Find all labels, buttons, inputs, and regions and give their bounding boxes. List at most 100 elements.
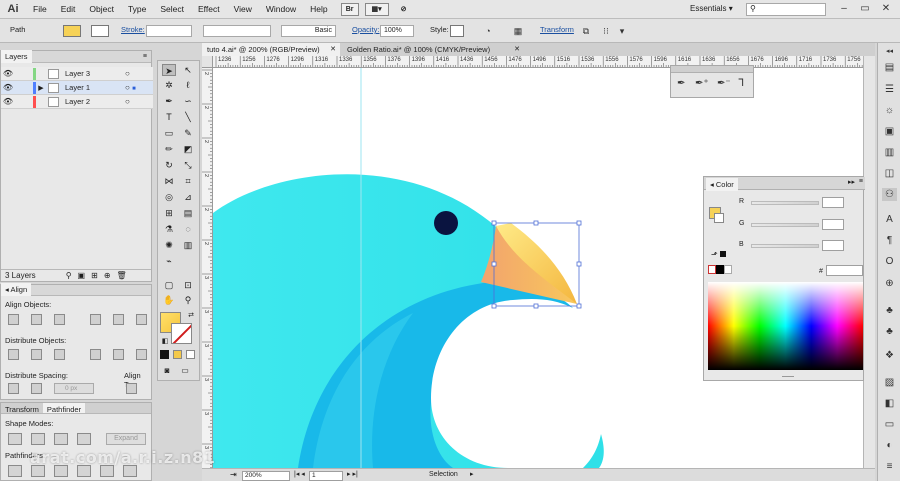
rectangle-tool-icon[interactable]: ▭ [162,127,176,139]
minimize-button[interactable]: – [834,2,854,16]
out-of-gamut-icon[interactable]: ⬏ [711,250,726,259]
none-mode-icon[interactable] [186,350,195,359]
distribute-top-button[interactable] [8,349,19,360]
menu-effect[interactable]: Effect [191,4,227,14]
visibility-eye-icon[interactable]: 👁 [1,97,15,106]
menu-window[interactable]: Window [259,4,303,14]
slice-select-tool-icon[interactable]: ⊡ [181,279,195,291]
paintbrush-tool-icon[interactable]: ✎ [181,127,195,139]
close-icon[interactable]: ✕ [514,43,520,56]
layers-tab[interactable]: Layers [1,50,32,63]
eyedropper-tool-icon[interactable]: ⚗ [162,223,176,235]
tab-golden-ratio[interactable]: Golden Ratio.ai* @ 100% (CMYK/Preview) ✕ [342,43,524,56]
gradient-tool-icon[interactable]: ▤ [181,207,195,219]
align-options-icon[interactable]: ▦ [512,25,524,37]
tab-transform[interactable]: Transform [1,403,43,414]
scale-tool-icon[interactable]: ⤡ [181,159,195,171]
rotate-tool-icon[interactable]: ↻ [162,159,176,171]
color-tab[interactable]: ◂ Color [706,178,738,191]
transform-icon[interactable]: ⊕ [882,277,897,290]
layer-name[interactable]: Layer 3 [65,69,125,78]
blend-tool-icon[interactable]: ◌ [181,223,195,235]
links-icon[interactable]: ❖ [882,349,897,362]
shape-builder-tool-icon[interactable]: ◎ [162,191,176,203]
panel-menu-icon[interactable]: ▾ [616,25,628,37]
screen-mode-icon[interactable]: ▭ [178,365,192,377]
stroke-mini[interactable] [714,213,724,223]
magic-wand-tool-icon[interactable]: ✲ [162,79,176,91]
trash-icon[interactable]: 🗑 [117,271,127,280]
hex-value-field[interactable] [826,265,863,276]
sun-icon[interactable]: ☼ [882,104,897,117]
vertical-scrollbar[interactable] [863,56,875,468]
menu-help[interactable]: Help [303,4,334,14]
workspace-switcher[interactable]: Essentials ▾ [690,4,733,13]
layer-row-1[interactable]: 👁 ▶ Layer 1 ○ ■ [1,81,153,95]
transparency-icon[interactable]: ◐ [882,439,897,452]
panel-menu-icon[interactable]: ≡ [859,178,863,185]
graphic-styles-icon[interactable]: ▣ [882,125,897,138]
hand-tool-icon[interactable]: ✋ [162,294,176,306]
select-similar-icon[interactable]: ⁝⁝ [600,25,612,37]
selection-tool-icon[interactable]: ➤ [162,64,176,76]
panel-menu-icon[interactable]: ≡ [143,53,147,60]
layer-name[interactable]: Layer 2 [65,97,125,106]
target-circle-icon[interactable]: ○ [125,97,130,106]
width-tool-icon[interactable]: ⋈ [162,175,176,187]
bridge-icon[interactable]: Br [340,2,359,16]
menu-type[interactable]: Type [121,4,153,14]
stroke-icon[interactable]: ≡ [882,460,897,473]
tab-pathfinder[interactable]: Pathfinder [42,403,86,414]
intersect-button[interactable] [54,433,68,445]
artboard-tool-icon[interactable]: ▢ [162,279,176,291]
align-bottom-button[interactable] [136,314,147,325]
green-value-field[interactable] [822,219,844,230]
brushes-icon[interactable]: ⚇ [882,188,897,201]
collapse-icon[interactable]: ▸▸ [848,178,855,186]
layer-row-3[interactable]: 👁 Layer 3 ○ [1,67,153,81]
zoom-field[interactable]: 200% [242,471,290,481]
align-top-button[interactable] [90,314,101,325]
distribute-right-button[interactable] [136,349,147,360]
opacity-field[interactable]: 100% [380,25,414,37]
swap-fill-stroke-icon[interactable]: ⇄ [184,310,198,322]
status-prefs-icon[interactable]: ⇥ [230,470,237,479]
menu-file[interactable]: File [26,4,54,14]
minus-front-button[interactable] [31,433,45,445]
stroke-link[interactable]: Stroke: [121,25,145,34]
mesh-tool-icon[interactable]: ⊞ [162,207,176,219]
align-vcenter-button[interactable] [113,314,124,325]
align-hcenter-button[interactable] [31,314,42,325]
color-guide-icon[interactable]: ▤ [882,61,897,74]
expand-button[interactable]: Expand [106,433,146,445]
pen-tool-icon[interactable]: ✒ [162,95,176,107]
color-mode-icon[interactable]: ■ [160,350,169,360]
brush-style-field[interactable]: Basic [281,25,336,37]
gpu-performance-icon[interactable]: ⊘ [395,3,413,16]
green-slider[interactable] [751,223,819,227]
spacing-vertical-button[interactable] [8,383,19,394]
stroke-color-swatch[interactable] [171,323,192,344]
opacity-link[interactable]: Opacity: [352,25,380,34]
distribute-hcenter-button[interactable] [113,349,124,360]
paragraph-icon[interactable]: ¶ [882,234,897,247]
pencil-tool-icon[interactable]: ✏ [162,143,176,155]
default-colors-icon[interactable]: ◧ [158,336,172,348]
pen-tool-icon[interactable]: ✒ [677,78,685,89]
layer-row-2[interactable]: 👁 Layer 2 ○ [1,95,153,109]
locate-object-icon[interactable]: ⚲ [66,271,72,280]
help-search-input[interactable]: ⚲ [746,3,826,16]
panel-resize-grip[interactable] [782,376,794,379]
opentype-icon[interactable]: O [882,255,897,268]
blue-value-field[interactable] [822,240,844,251]
menu-select[interactable]: Select [153,4,191,14]
unite-button[interactable] [8,433,22,445]
new-layer-icon[interactable]: ⊕ [104,271,111,280]
nav-next-icon[interactable]: ▸ ▸| [347,470,358,478]
tab-tuto4[interactable]: tuto 4.ai* @ 200% (RGB/Preview) ✕ [202,43,340,56]
lasso-tool-icon[interactable]: ℓ [181,79,195,91]
new-sublayer-icon[interactable]: ⊞ [91,271,98,280]
target-circle-icon[interactable]: ○ [125,69,130,78]
exclude-button[interactable] [77,433,91,445]
align-right-button[interactable] [54,314,65,325]
